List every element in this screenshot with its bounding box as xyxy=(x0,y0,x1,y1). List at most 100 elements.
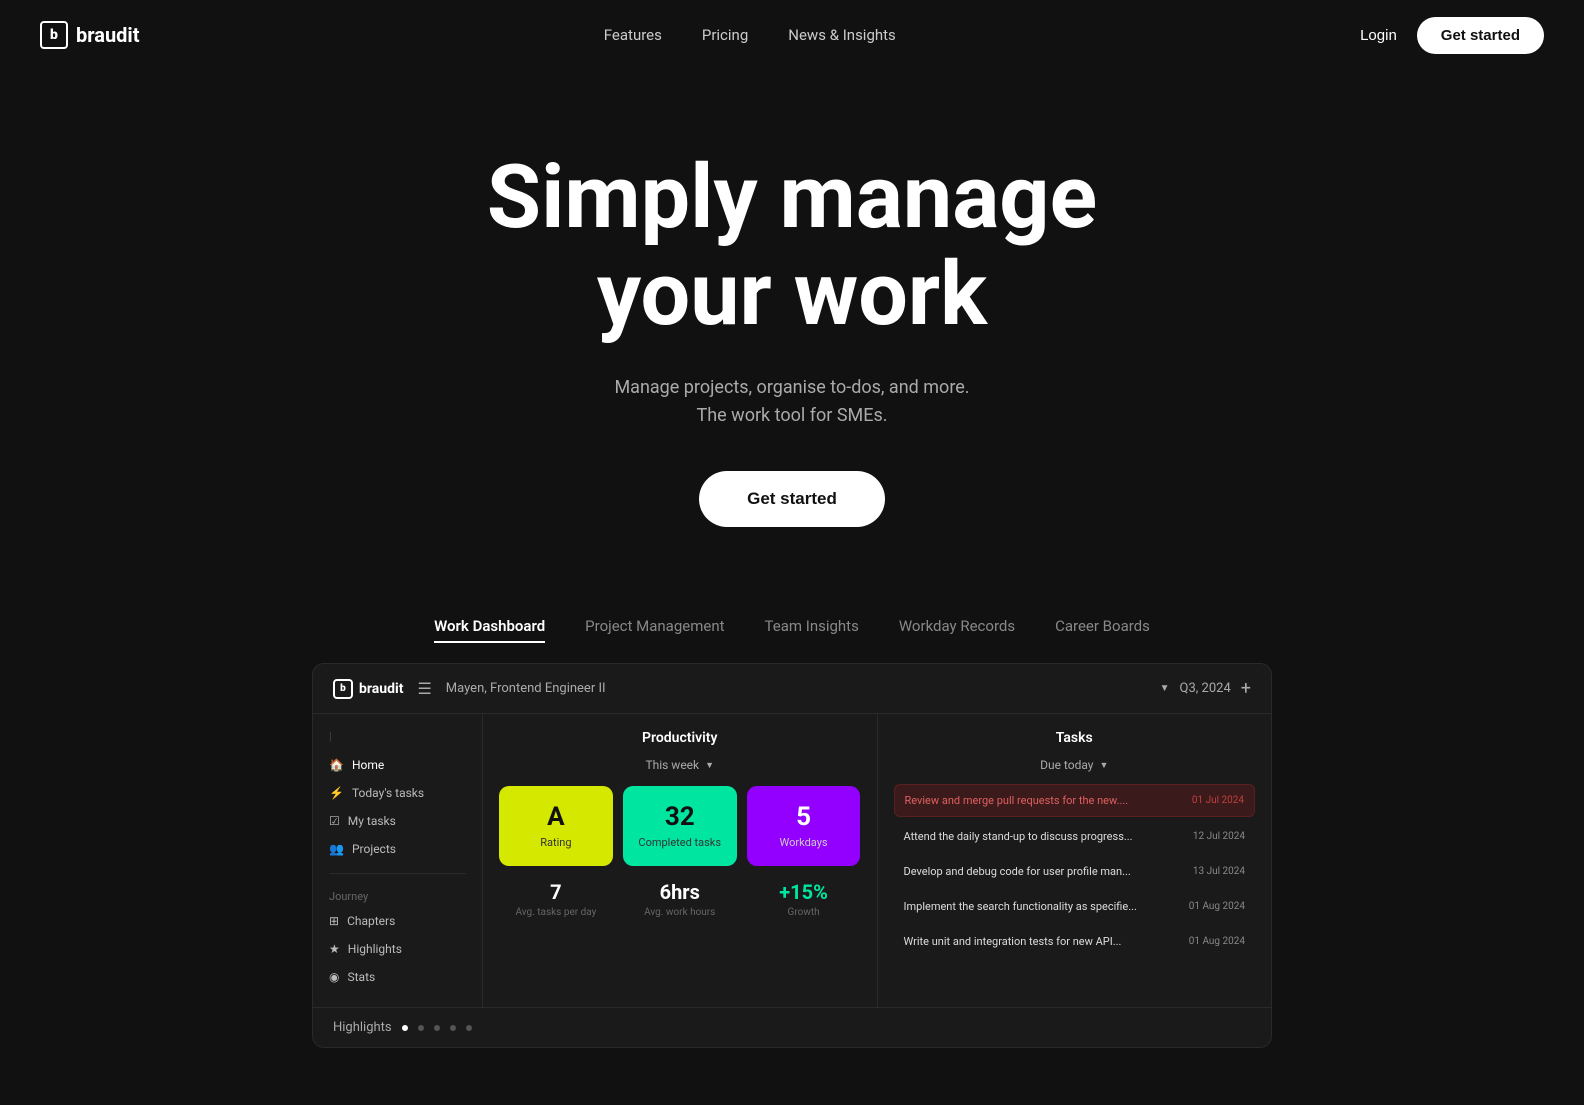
highlights-dot-3[interactable] xyxy=(434,1025,440,1031)
highlights-bar: Highlights xyxy=(313,1007,1271,1047)
week-chevron-icon: ▼ xyxy=(705,760,714,771)
logo-icon: b xyxy=(40,21,68,49)
sidebar-item-mytasks-label: My tasks xyxy=(348,814,396,828)
highlights-label: Highlights xyxy=(333,1020,392,1035)
nav-links: Features Pricing News & Insights xyxy=(604,26,896,44)
avg-hours-label: Avg. work hours xyxy=(623,907,737,918)
db-add-icon[interactable]: + xyxy=(1241,678,1251,699)
task-row[interactable]: Implement the search functionality as sp… xyxy=(894,891,1256,922)
nav-news[interactable]: News & Insights xyxy=(788,26,896,44)
task-text: Review and merge pull requests for the n… xyxy=(905,794,1182,807)
highlights-dot-4[interactable] xyxy=(450,1025,456,1031)
feature-tabs: Work Dashboard Project Management Team I… xyxy=(0,587,1584,663)
sidebar-item-chapters-label: Chapters xyxy=(347,914,395,928)
checkbox-icon: ☑ xyxy=(329,814,340,828)
tasks-header: Tasks xyxy=(894,730,1256,746)
avg-hours-stat: 6hrs Avg. work hours xyxy=(623,880,737,918)
tab-career-boards[interactable]: Career Boards xyxy=(1055,617,1150,643)
workdays-label: Workdays xyxy=(780,836,828,849)
sidebar-item-home[interactable]: 🏠 Home xyxy=(313,751,482,779)
tab-work-dashboard[interactable]: Work Dashboard xyxy=(434,617,545,643)
db-body: | 🏠 Home ⚡ Today's tasks ☑ My tasks 👥 Pr… xyxy=(313,714,1271,1007)
db-tasks: Tasks Due today ▼ Review and merge pull … xyxy=(878,714,1272,1007)
db-user-info: Mayen, Frontend Engineer II xyxy=(446,681,606,696)
db-logo: b braudit xyxy=(333,679,403,699)
workdays-value: 5 xyxy=(796,803,811,832)
hero-subtext: Manage projects, organise to-dos, and mo… xyxy=(20,374,1564,432)
task-text: Implement the search functionality as sp… xyxy=(904,900,1179,913)
sidebar-item-my-tasks[interactable]: ☑ My tasks xyxy=(313,807,482,835)
sidebar-item-home-label: Home xyxy=(352,758,384,772)
workdays-card: 5 Workdays xyxy=(747,786,861,866)
stats-icon: ◉ xyxy=(329,970,339,984)
tab-project-management[interactable]: Project Management xyxy=(585,617,724,643)
db-period: Q3, 2024 xyxy=(1180,681,1231,696)
rating-value: A xyxy=(547,803,564,832)
tab-team-insights[interactable]: Team Insights xyxy=(765,617,859,643)
logo-text: braudit xyxy=(76,23,139,47)
tab-workday-records[interactable]: Workday Records xyxy=(899,617,1015,643)
hamburger-icon[interactable]: ☰ xyxy=(417,679,431,698)
growth-value: +15% xyxy=(747,880,861,904)
db-header-left: b braudit ☰ Mayen, Frontend Engineer II xyxy=(333,679,606,699)
sidebar-item-stats-label: Stats xyxy=(347,970,375,984)
sidebar-item-chapters[interactable]: ⊞ Chapters xyxy=(313,907,482,935)
get-started-nav-button[interactable]: Get started xyxy=(1417,17,1544,54)
growth-label: Growth xyxy=(747,907,861,918)
db-header-right: ▼ Q3, 2024 + xyxy=(1160,678,1251,699)
task-date: 01 Aug 2024 xyxy=(1189,901,1245,912)
sidebar-item-projects-label: Projects xyxy=(352,842,396,856)
due-chevron-icon: ▼ xyxy=(1099,760,1108,771)
chapters-icon: ⊞ xyxy=(329,914,339,928)
task-row[interactable]: Attend the daily stand-up to discuss pro… xyxy=(894,821,1256,852)
nav-features[interactable]: Features xyxy=(604,26,662,44)
navbar: b braudit Features Pricing News & Insigh… xyxy=(0,0,1584,70)
db-user-name: Mayen, xyxy=(446,681,487,696)
highlights-dot-1[interactable] xyxy=(402,1025,408,1031)
sidebar-item-projects[interactable]: 👥 Projects xyxy=(313,835,482,863)
db-main: Productivity This week ▼ A Rating 32 Com… xyxy=(483,714,1271,1007)
growth-stat: +15% Growth xyxy=(747,880,861,918)
sidebar-divider xyxy=(329,873,466,874)
db-chevron-icon: ▼ xyxy=(1160,683,1170,694)
lightning-icon: ⚡ xyxy=(329,786,344,800)
highlights-dot-2[interactable] xyxy=(418,1025,424,1031)
task-text: Attend the daily stand-up to discuss pro… xyxy=(904,830,1183,843)
productivity-title: Productivity xyxy=(499,730,861,746)
sidebar-item-todays-tasks[interactable]: ⚡ Today's tasks xyxy=(313,779,482,807)
due-selector[interactable]: Due today ▼ xyxy=(894,758,1256,772)
db-header: b braudit ☰ Mayen, Frontend Engineer II … xyxy=(313,664,1271,714)
rating-label: Rating xyxy=(540,836,571,849)
avg-tasks-label: Avg. tasks per day xyxy=(499,907,613,918)
db-logo-text: braudit xyxy=(359,681,403,697)
completed-tasks-label: Completed tasks xyxy=(638,836,721,849)
rating-card: A Rating xyxy=(499,786,613,866)
people-icon: 👥 xyxy=(329,842,344,856)
db-logo-icon: b xyxy=(333,679,353,699)
highlights-dot-5[interactable] xyxy=(466,1025,472,1031)
completed-tasks-card: 32 Completed tasks xyxy=(623,786,737,866)
sidebar-item-stats[interactable]: ◉ Stats xyxy=(313,963,482,991)
nav-pricing[interactable]: Pricing xyxy=(702,26,748,44)
sidebar-divider-line: | xyxy=(313,730,482,743)
hero-headline: Simply manage your work xyxy=(20,150,1564,344)
task-row[interactable]: Review and merge pull requests for the n… xyxy=(894,784,1256,817)
completed-tasks-value: 32 xyxy=(665,803,695,832)
login-button[interactable]: Login xyxy=(1360,27,1397,44)
db-sidebar: | 🏠 Home ⚡ Today's tasks ☑ My tasks 👥 Pr… xyxy=(313,714,483,1007)
sidebar-item-highlights[interactable]: ★ Highlights xyxy=(313,935,482,963)
sidebar-item-highlights-label: Highlights xyxy=(348,942,402,956)
logo[interactable]: b braudit xyxy=(40,21,139,49)
nav-actions: Login Get started xyxy=(1360,17,1544,54)
week-label: This week xyxy=(645,758,699,772)
task-text: Write unit and integration tests for new… xyxy=(904,935,1179,948)
star-icon: ★ xyxy=(329,942,340,956)
week-selector[interactable]: This week ▼ xyxy=(499,758,861,772)
home-icon: 🏠 xyxy=(329,758,344,772)
productivity-stats: 7 Avg. tasks per day 6hrs Avg. work hour… xyxy=(499,880,861,918)
task-row[interactable]: Write unit and integration tests for new… xyxy=(894,926,1256,957)
task-row[interactable]: Develop and debug code for user profile … xyxy=(894,856,1256,887)
get-started-hero-button[interactable]: Get started xyxy=(699,471,885,527)
avg-hours-value: 6hrs xyxy=(623,880,737,904)
task-date: 01 Jul 2024 xyxy=(1192,795,1244,806)
